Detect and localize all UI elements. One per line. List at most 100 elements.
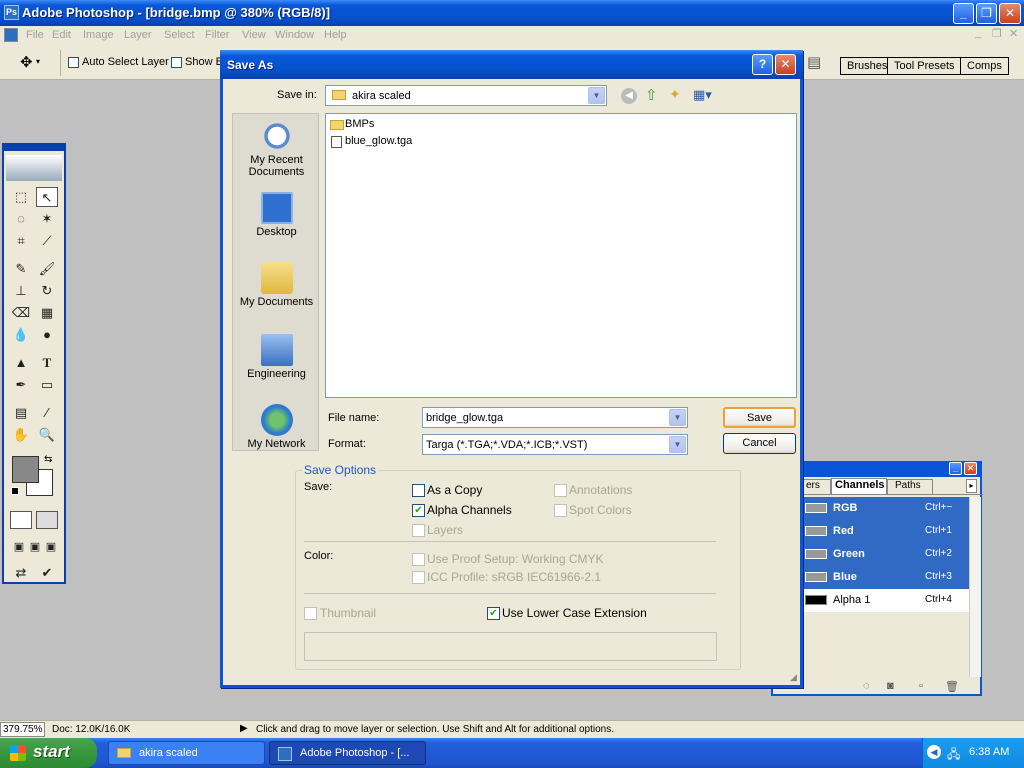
document-icon[interactable] [4, 28, 18, 42]
doc-restore-icon[interactable]: ❐ [992, 27, 1002, 40]
slice-tool-icon[interactable]: ⟋ [36, 231, 58, 251]
eraser-tool-icon[interactable]: ⌫ [10, 303, 32, 323]
tab-paths[interactable]: Paths [887, 479, 933, 494]
edit-in-imageready-icon[interactable]: ✔ [36, 563, 58, 583]
palette-minimize-icon[interactable]: _ [949, 462, 962, 475]
task-akira-scaled[interactable]: akira scaled [108, 741, 265, 765]
resize-grip-icon[interactable]: ◢ [790, 672, 802, 684]
place-my-recent-documents[interactable]: My Recent Documents [233, 120, 320, 178]
chevron-down-icon[interactable]: ▼ [669, 409, 686, 426]
menu-help[interactable]: Help [324, 29, 347, 41]
channel-row-alpha-1[interactable]: Alpha 1 Ctrl+4 [801, 589, 969, 612]
swap-colors-icon[interactable]: ⇆ [44, 454, 52, 465]
file-browser-icon[interactable]: ▤ [807, 53, 829, 73]
auto-select-checkbox[interactable] [68, 57, 79, 68]
screen-mode-3-icon[interactable]: ▣ [40, 537, 62, 557]
app-title-bar[interactable]: Ps Adobe Photoshop - [bridge.bmp @ 380% … [0, 0, 1024, 26]
status-arrow-icon[interactable]: ▶ [240, 723, 248, 734]
dodge-tool-icon[interactable]: ● [36, 325, 58, 345]
crop-tool-icon[interactable]: ⌗ [10, 231, 32, 251]
move-tool-button-icon[interactable]: ↖ [36, 187, 58, 207]
tab-layers[interactable]: ers [803, 479, 831, 494]
menu-select[interactable]: Select [164, 29, 195, 41]
type-tool-icon[interactable]: T [36, 353, 58, 373]
doc-size-info[interactable]: Doc: 12.0K/16.0K [52, 724, 130, 735]
palette-menu-icon[interactable]: ▸ [966, 479, 977, 493]
lasso-tool-icon[interactable]: ◌ [10, 209, 32, 229]
save-selection-icon[interactable]: ◙ [887, 680, 894, 692]
show-bounds-checkbox[interactable] [171, 57, 182, 68]
zoom-level-field[interactable]: 379.75% [0, 722, 45, 737]
move-tool-icon[interactable]: ✥ [20, 53, 33, 71]
healing-brush-icon[interactable]: ✎ [10, 259, 32, 279]
help-button[interactable]: ? [752, 54, 773, 75]
place-my-documents[interactable]: My Documents [233, 262, 320, 308]
menu-window[interactable]: Window [275, 29, 314, 41]
zoom-tool-icon[interactable]: 🔍 [36, 425, 58, 445]
task-adobe-photoshop[interactable]: Adobe Photoshop - [... [269, 741, 426, 765]
back-icon[interactable]: ◀ [621, 88, 637, 104]
channel-row-red[interactable]: Red Ctrl+1 [801, 520, 969, 543]
channel-row-blue[interactable]: Blue Ctrl+3 [801, 566, 969, 589]
doc-minimize-icon[interactable]: _ [975, 27, 981, 39]
spot-colors-checkbox[interactable] [554, 504, 567, 517]
place-desktop[interactable]: Desktop [233, 192, 320, 238]
new-channel-icon[interactable]: ▫ [919, 680, 923, 692]
palette-close-icon[interactable]: ✕ [964, 462, 977, 475]
tray-expand-icon[interactable]: ◀ [927, 745, 941, 759]
tool-preset-dropdown-icon[interactable]: ▾ [36, 57, 40, 66]
marquee-tool-icon[interactable]: ⬚ [10, 187, 32, 207]
foreground-color-swatch-top[interactable] [12, 456, 39, 483]
lower-case-extension-checkbox[interactable]: ✔ [487, 607, 500, 620]
format-dropdown[interactable]: Targa (*.TGA;*.VDA;*.ICB;*.VST) ▼ [422, 434, 688, 455]
views-menu-icon[interactable]: ▦▾ [693, 87, 712, 103]
delete-channel-icon[interactable]: 🗑 [945, 680, 959, 693]
tab-channels[interactable]: Channels [831, 478, 887, 494]
minimize-button[interactable]: _ [953, 3, 974, 24]
shape-tool-icon[interactable]: ▭ [36, 375, 58, 395]
chevron-down-icon[interactable]: ▼ [588, 87, 605, 104]
channel-row-green[interactable]: Green Ctrl+2 [801, 543, 969, 566]
path-select-icon[interactable]: ▲ [10, 353, 32, 373]
jump-to-imageready-icon[interactable]: ⇄ [10, 563, 32, 583]
proof-setup-checkbox[interactable] [412, 553, 425, 566]
clock[interactable]: 6:38 AM [969, 746, 1009, 758]
cancel-button[interactable]: Cancel [723, 433, 796, 454]
channel-row-rgb[interactable]: RGB Ctrl+~ [801, 497, 969, 520]
menu-edit[interactable]: Edit [52, 29, 71, 41]
icc-profile-checkbox[interactable] [412, 571, 425, 584]
palette-scrollbar[interactable] [969, 497, 981, 677]
close-button[interactable]: ✕ [999, 3, 1021, 24]
network-tray-icon[interactable]: 🖧 [947, 745, 960, 766]
place-my-network[interactable]: My Network [233, 404, 320, 450]
doc-close-icon[interactable]: ✕ [1009, 27, 1018, 40]
thumbnail-checkbox[interactable] [304, 607, 317, 620]
brush-tool-icon[interactable]: 🖌 [36, 259, 58, 279]
standard-mode-icon[interactable] [10, 511, 32, 529]
history-brush-icon[interactable]: ↻ [36, 281, 58, 301]
place-engineering[interactable]: Engineering [233, 334, 320, 380]
up-folder-icon[interactable]: ⇧ [645, 86, 658, 104]
save-in-dropdown[interactable]: akira scaled ▼ [325, 85, 607, 106]
tab-comps[interactable]: Comps [960, 57, 1009, 75]
menu-view[interactable]: View [242, 29, 266, 41]
menu-filter[interactable]: Filter [205, 29, 229, 41]
clone-stamp-icon[interactable]: ⊥ [10, 281, 32, 301]
file-name-field[interactable]: bridge_glow.tga ▼ [422, 407, 688, 428]
dialog-close-button[interactable]: ✕ [775, 54, 796, 75]
pen-tool-icon[interactable]: ✒ [10, 375, 32, 395]
eyedropper-tool-icon[interactable]: ⁄ [36, 403, 58, 423]
chevron-down-icon[interactable]: ▼ [669, 436, 686, 453]
magic-wand-tool-icon[interactable]: ✶ [36, 209, 58, 229]
blur-tool-icon[interactable]: 💧 [10, 325, 32, 345]
as-a-copy-checkbox[interactable] [412, 484, 425, 497]
load-selection-icon[interactable]: ◌ [863, 680, 870, 692]
menu-file[interactable]: File [26, 29, 44, 41]
save-button[interactable]: Save [723, 407, 796, 428]
dialog-title-bar[interactable]: Save As ? ✕ [220, 50, 803, 79]
file-list[interactable]: BMPs blue_glow.tga [325, 113, 797, 398]
tab-tool-presets[interactable]: Tool Presets [887, 57, 962, 75]
gradient-tool-icon[interactable]: ▦ [36, 303, 58, 323]
start-button[interactable]: start [0, 738, 97, 768]
annotations-checkbox[interactable] [554, 484, 567, 497]
